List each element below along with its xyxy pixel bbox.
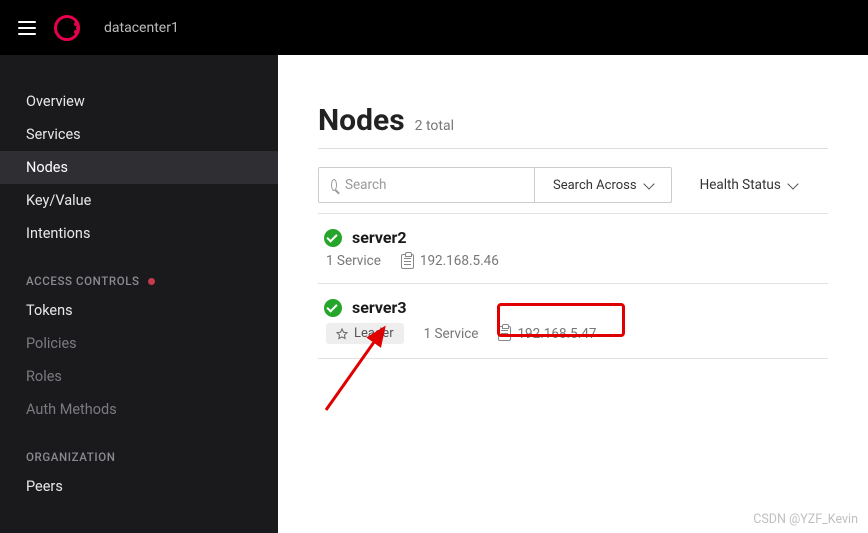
sidebar-section-org-label: ORGANIZATION [26,450,116,464]
chevron-down-icon [787,178,798,189]
page-title-row: Nodes 2 total [318,103,828,138]
sidebar-item-policies[interactable]: Policies [0,327,278,360]
sidebar-section-access-label: ACCESS CONTROLS [26,274,140,288]
sidebar-item-keyvalue[interactable]: Key/Value [0,184,278,217]
node-name: server2 [352,228,407,247]
search-box[interactable] [319,168,534,202]
sidebar-section-access: ACCESS CONTROLS [0,250,278,294]
health-passing-icon [324,299,342,317]
sidebar-item-tokens[interactable]: Tokens [0,294,278,327]
topbar: datacenter1 [0,0,868,55]
datacenter-name[interactable]: datacenter1 [104,20,179,36]
search-icon [331,179,337,191]
page-subtitle: 2 total [415,118,454,134]
node-row[interactable]: server3 Leader 1 Service 192.168.5.47 [318,284,828,359]
leader-badge-label: Leader [354,326,394,341]
node-ip: 192.168.5.46 [420,253,499,269]
search-across-label: Search Across [553,178,637,193]
controls-row: Search Across Health Status [318,167,828,203]
health-status-label: Health Status [700,177,781,193]
node-row[interactable]: server2 1 Service 192.168.5.46 [318,214,828,284]
sidebar-item-overview[interactable]: Overview [0,85,278,118]
node-services-count: 1 Service [326,253,381,269]
search-across-dropdown[interactable]: Search Across [534,168,671,202]
leader-badge: Leader [326,323,404,344]
clipboard-icon [498,326,511,341]
node-services-count: 1 Service [424,326,479,342]
node-ip-group[interactable]: 192.168.5.47 [498,326,596,342]
consul-logo-icon [54,15,80,41]
sidebar-item-auth-methods[interactable]: Auth Methods [0,393,278,426]
main-content: Nodes 2 total Search Across Health Statu… [278,55,868,533]
sidebar-item-services[interactable]: Services [0,118,278,151]
node-ip: 192.168.5.47 [517,326,596,342]
alert-dot-icon [148,278,155,285]
search-input[interactable] [345,177,522,193]
chevron-down-icon [643,178,654,189]
node-name: server3 [352,298,407,317]
health-status-dropdown[interactable]: Health Status [700,177,797,193]
node-list: server2 1 Service 192.168.5.46 server3 [318,213,828,359]
sidebar-item-nodes[interactable]: Nodes [0,151,278,184]
divider [318,148,828,149]
hamburger-menu-icon[interactable] [18,21,36,35]
sidebar-section-org: ORGANIZATION [0,426,278,470]
star-icon [336,328,348,340]
sidebar-item-intentions[interactable]: Intentions [0,217,278,250]
watermark: CSDN @YZF_Kevin [753,512,858,527]
sidebar: Overview Services Nodes Key/Value Intent… [0,55,278,533]
search-group: Search Across [318,167,672,203]
node-ip-group[interactable]: 192.168.5.46 [401,253,499,269]
sidebar-item-peers[interactable]: Peers [0,470,278,503]
page-title: Nodes [318,103,405,138]
health-passing-icon [324,229,342,247]
sidebar-item-roles[interactable]: Roles [0,360,278,393]
clipboard-icon [401,254,414,269]
